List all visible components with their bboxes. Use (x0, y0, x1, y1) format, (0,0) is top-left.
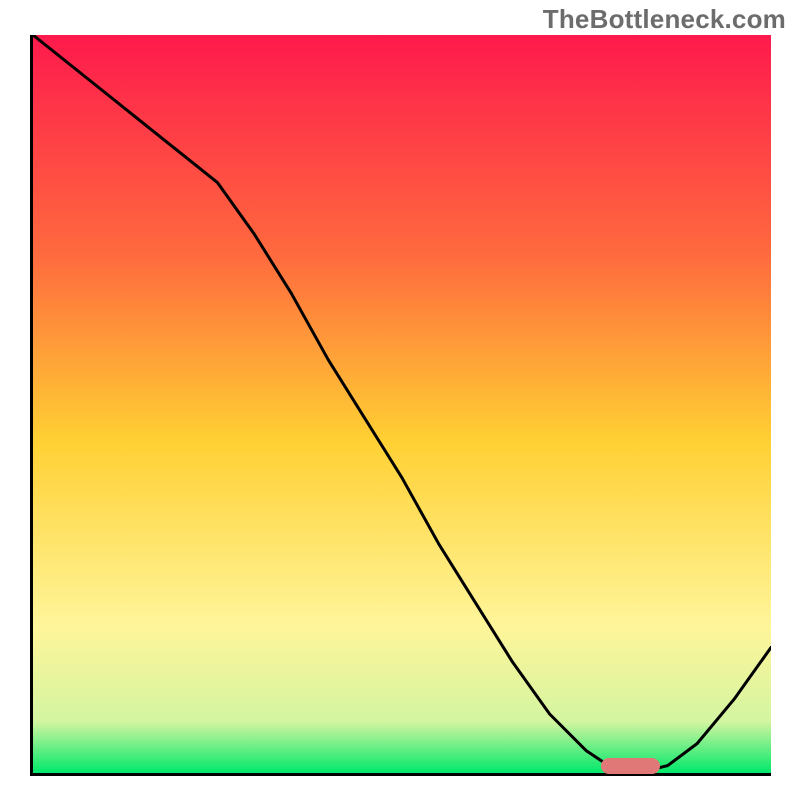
watermark-text: TheBottleneck.com (543, 4, 786, 35)
gradient-background (33, 35, 771, 773)
plot-axes (30, 35, 771, 776)
plot-svg (33, 35, 771, 773)
chart-frame: TheBottleneck.com (0, 0, 800, 800)
optimal-range-marker (601, 758, 660, 774)
